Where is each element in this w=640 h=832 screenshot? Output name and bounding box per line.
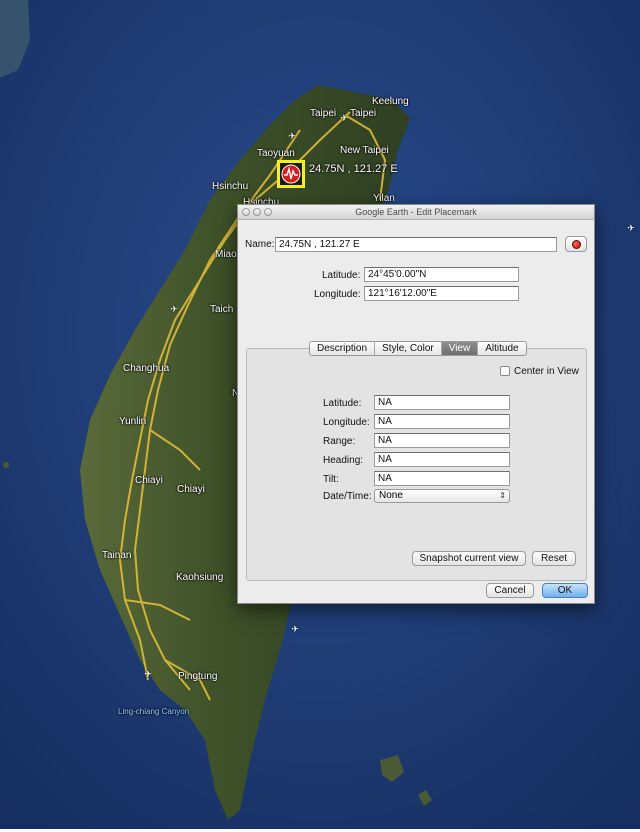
placemark-label[interactable]: 24.75N , 121.27 E: [309, 163, 398, 175]
airport-icon: ✈: [340, 113, 348, 123]
map-label-keelung: Keelung: [372, 96, 409, 107]
map-label-hsinchu: Hsinchu: [212, 181, 249, 192]
placemark-marker-icon[interactable]: [277, 160, 305, 188]
map-label-yilan: Yilan: [373, 193, 395, 204]
heading-input[interactable]: NA: [374, 452, 510, 467]
datetime-value: None: [379, 490, 403, 501]
view-latitude-label: Latitude:: [323, 398, 362, 409]
name-label: Name:: [245, 239, 275, 250]
map-label-canyon: Ling-chiang Canyon: [118, 707, 190, 716]
pushpin-icon: [572, 240, 581, 249]
map-label-tainan: Tainan: [102, 550, 132, 561]
edit-placemark-dialog: Google Earth - Edit Placemark Name: 24.7…: [237, 204, 595, 604]
reset-button[interactable]: Reset: [532, 551, 576, 566]
map-label-taoyuan: Taoyuan: [257, 148, 295, 159]
airport-icon: ✈: [170, 304, 178, 314]
map-label-miaoli: Miao: [215, 249, 237, 260]
snapshot-current-view-button[interactable]: Snapshot current view: [412, 551, 526, 566]
airport-icon: ✈: [144, 669, 152, 679]
map-label-taichung: Taich: [210, 304, 234, 315]
center-in-view-label: Center in View: [514, 366, 579, 377]
window-title: Google Earth - Edit Placemark: [355, 207, 477, 217]
map-label-chiayi-county: Chiayi: [177, 484, 205, 495]
airport-icon: ✈: [288, 131, 296, 141]
map-label-new-taipei: New Taipei: [340, 145, 389, 156]
center-in-view-checkbox[interactable]: [500, 366, 510, 376]
range-input[interactable]: NA: [374, 433, 510, 448]
tab-style-color[interactable]: Style, Color: [375, 342, 442, 355]
tab-bar: Description Style, Color View Altitude: [309, 341, 527, 356]
placemark-icon-button[interactable]: [565, 236, 587, 252]
map-label-changhua: Changhua: [123, 363, 170, 374]
latitude-input[interactable]: 24°45'0.00"N: [364, 267, 519, 282]
select-arrows-icon: ⇕: [499, 491, 506, 500]
datetime-select[interactable]: None ⇕: [374, 489, 510, 503]
airport-icon: ✈: [627, 223, 635, 233]
longitude-label: Longitude:: [314, 289, 361, 300]
tilt-input[interactable]: NA: [374, 471, 510, 486]
airport-icon: ✈: [291, 624, 299, 634]
tab-description[interactable]: Description: [310, 342, 376, 355]
map-label-taipei-secondary: Taipei: [350, 108, 377, 119]
map-label-chiayi: Chiayi: [135, 475, 163, 486]
range-label: Range:: [323, 436, 356, 447]
heading-label: Heading:: [323, 455, 364, 466]
map-label-yunlin: Yunlin: [119, 416, 147, 427]
map-label-kaohsiung: Kaohsiung: [176, 572, 224, 583]
longitude-input[interactable]: 121°16'12.00"E: [364, 286, 519, 301]
latitude-label: Latitude:: [322, 270, 361, 281]
datetime-label: Date/Time:: [323, 491, 372, 502]
cancel-button[interactable]: Cancel: [486, 583, 534, 598]
name-input[interactable]: 24.75N , 121.27 E: [275, 237, 557, 252]
window-titlebar[interactable]: Google Earth - Edit Placemark: [238, 205, 594, 220]
view-longitude-label: Longitude:: [323, 417, 370, 428]
tab-altitude[interactable]: Altitude: [478, 342, 525, 355]
map-label-pingtung: Pingtung: [178, 671, 218, 682]
tilt-label: Tilt:: [323, 474, 339, 485]
tab-view[interactable]: View: [441, 342, 479, 355]
map-label-taipei: Taipei: [310, 108, 337, 119]
ok-button[interactable]: OK: [542, 583, 588, 598]
view-latitude-input[interactable]: NA: [374, 395, 510, 410]
view-longitude-input[interactable]: NA: [374, 414, 510, 429]
